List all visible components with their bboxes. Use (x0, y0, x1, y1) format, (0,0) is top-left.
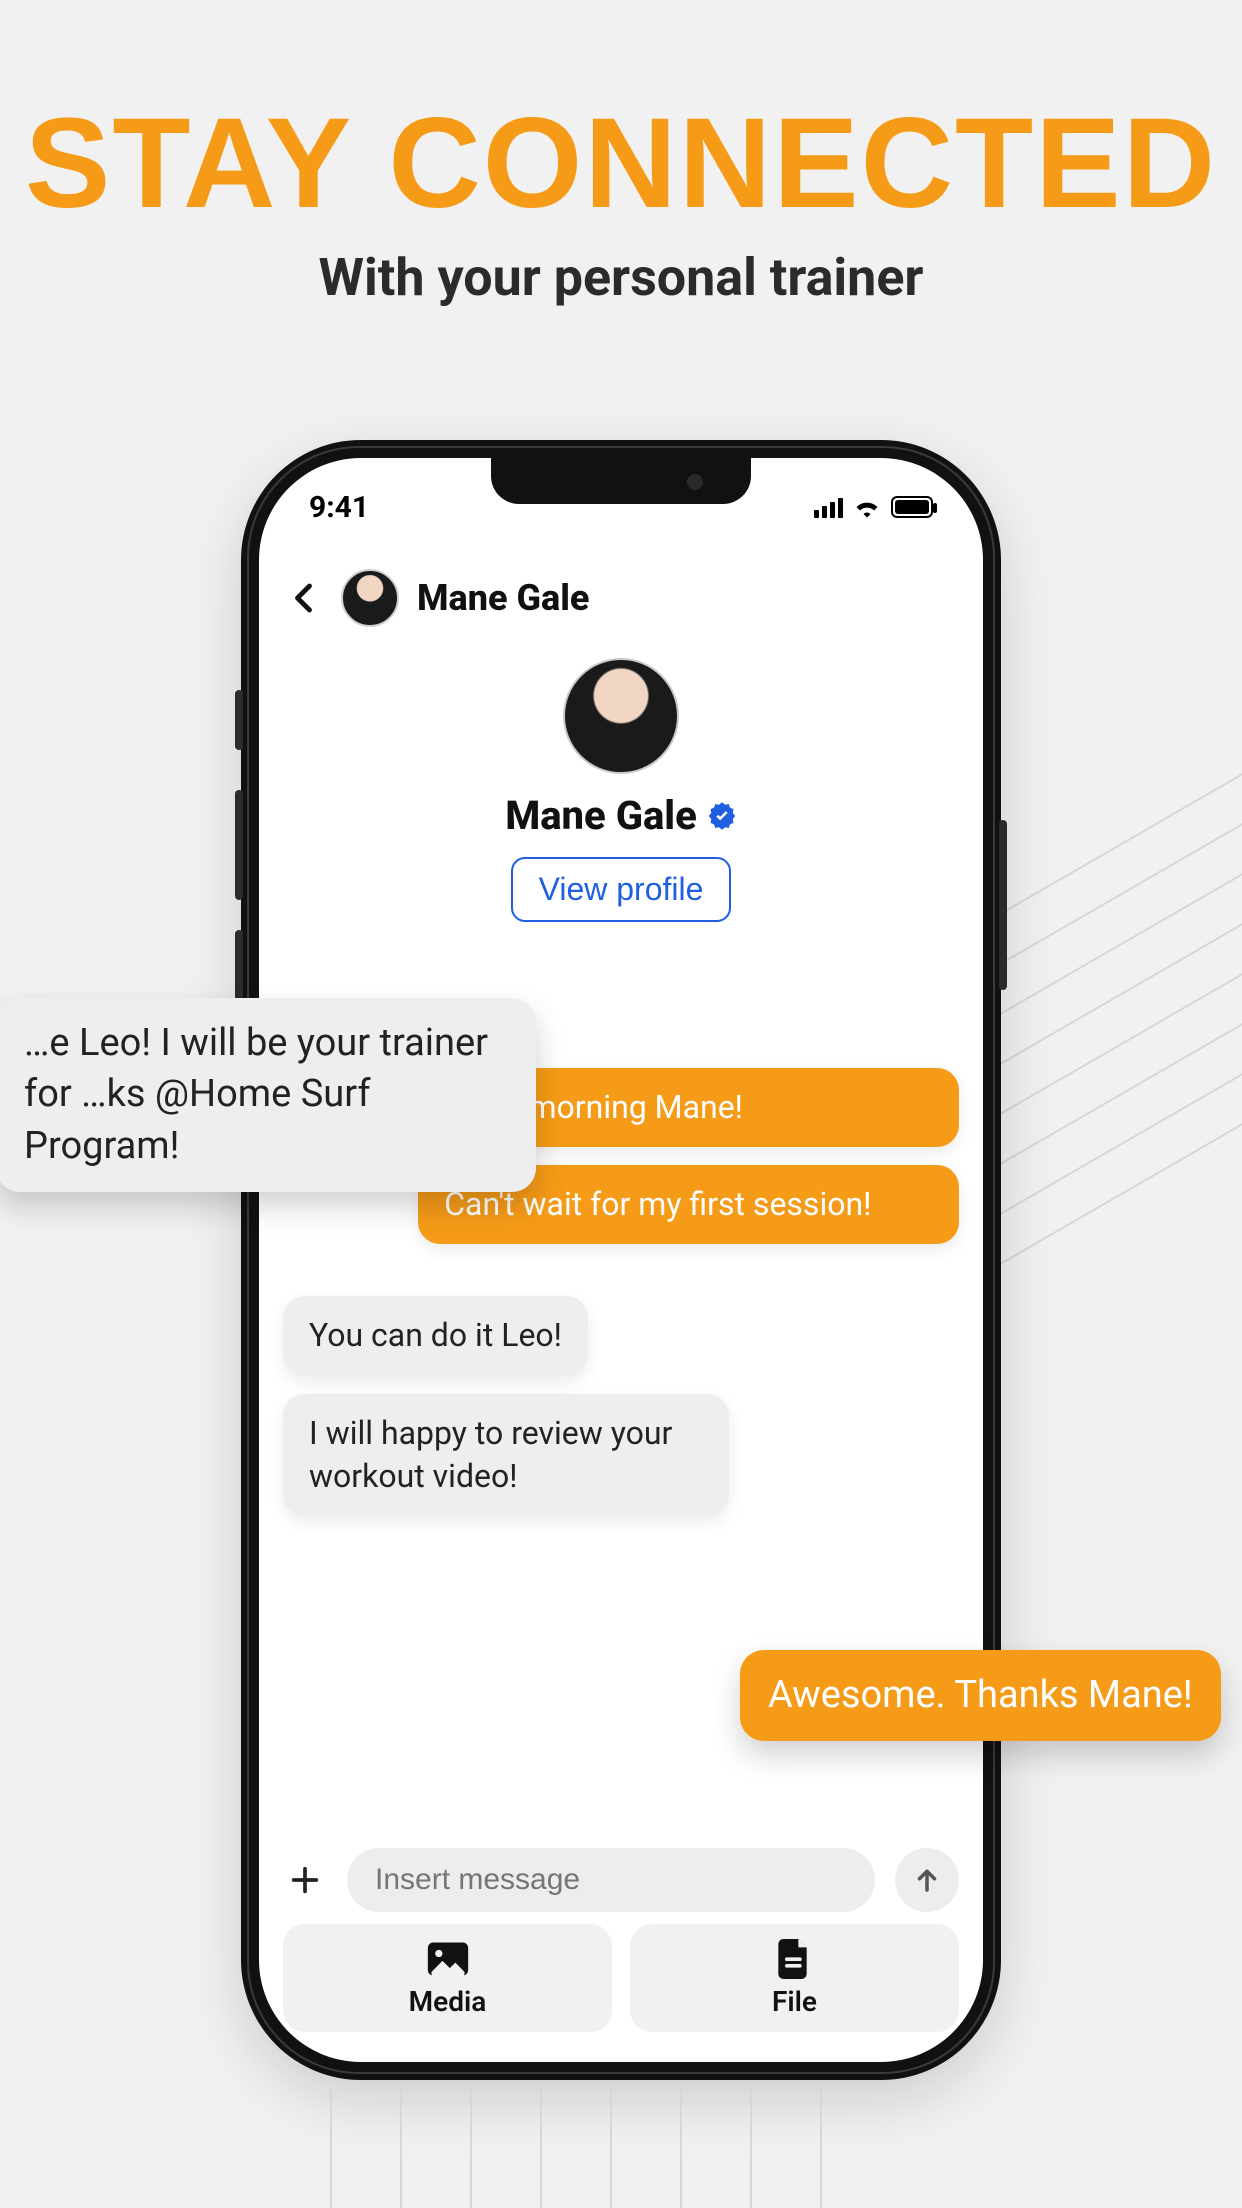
avatar[interactable] (563, 658, 679, 774)
media-tab[interactable]: Media (283, 1924, 612, 2032)
attachment-tabs: Media File (283, 1924, 959, 2032)
hero-title: STAY CONNECTED (0, 90, 1242, 237)
chat-bubble-incoming: I will happy to review your workout vide… (283, 1394, 729, 1516)
phone-side-button (235, 790, 243, 900)
back-icon[interactable] (287, 580, 323, 616)
hero: STAY CONNECTED With your personal traine… (0, 0, 1242, 308)
chat-header: Mane Gale (259, 558, 983, 638)
status-time: 9:41 (309, 490, 369, 525)
phone-frame: 9:41 Mane Gale Mane Gale View profile Go… (241, 440, 1001, 2080)
view-profile-button[interactable]: View profile (511, 857, 732, 922)
phone-side-button (235, 690, 243, 750)
file-tab-label: File (772, 1985, 817, 2018)
add-attachment-button[interactable] (283, 1858, 327, 1902)
message-input[interactable] (347, 1848, 875, 1912)
arrow-up-icon (912, 1865, 942, 1895)
verified-badge-icon (707, 801, 737, 831)
battery-icon (891, 496, 933, 518)
phone-side-button (999, 820, 1007, 990)
image-icon (426, 1939, 470, 1979)
chat-contact-name: Mane Gale (417, 577, 589, 619)
phone-notch (491, 458, 751, 504)
profile-name: Mane Gale (505, 792, 697, 839)
chat-bubble-outgoing-overflow: Awesome. Thanks Mane! (740, 1650, 1221, 1741)
avatar[interactable] (341, 569, 399, 627)
chat-bubble-incoming: You can do it Leo! (283, 1296, 588, 1375)
chat-bubble-incoming-overflow: …e Leo! I will be your trainer for …ks @… (0, 998, 536, 1192)
signal-icon (814, 496, 843, 518)
phone-screen: 9:41 Mane Gale Mane Gale View profile Go… (259, 458, 983, 2062)
send-button[interactable] (895, 1848, 959, 1912)
media-tab-label: Media (409, 1985, 487, 2018)
file-icon (773, 1939, 817, 1979)
composer (283, 1848, 959, 1912)
hero-subtitle: With your personal trainer (0, 247, 1242, 308)
decorative-vertical-lines (330, 2088, 850, 2208)
wifi-icon (853, 496, 881, 518)
plus-icon (288, 1863, 322, 1897)
profile-block: Mane Gale View profile (259, 658, 983, 922)
file-tab[interactable]: File (630, 1924, 959, 2032)
